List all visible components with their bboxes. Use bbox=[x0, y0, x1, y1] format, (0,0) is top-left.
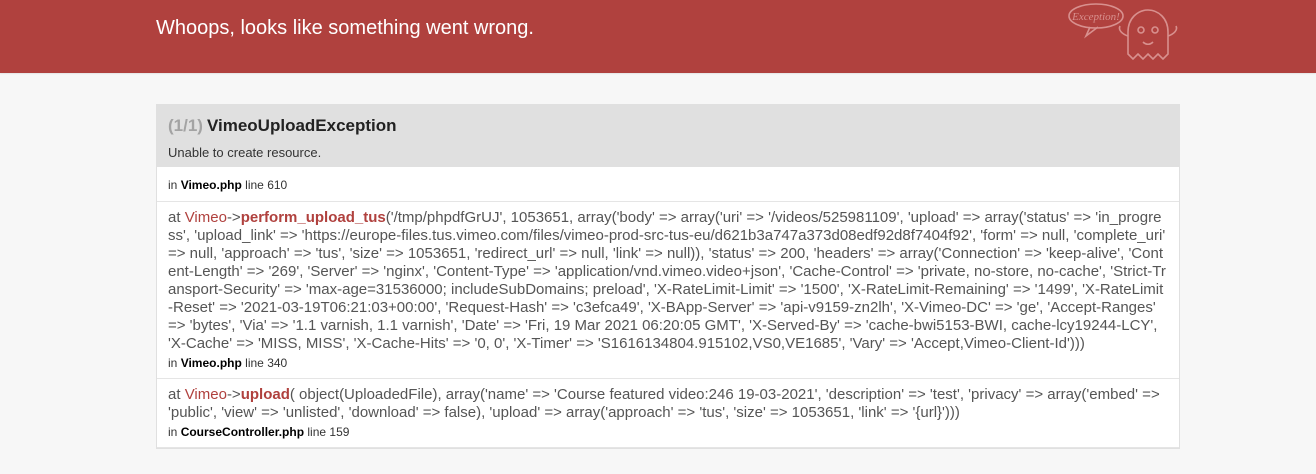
location-file: CourseController.php bbox=[180, 425, 305, 439]
exception-ghost-icon: Exception! bbox=[1068, 3, 1178, 61]
exception-name: VimeoUploadException bbox=[206, 116, 397, 135]
error-header: Whoops, looks like something went wrong.… bbox=[0, 0, 1316, 73]
frame-class: Vimeo bbox=[184, 209, 227, 226]
location-line-label: line bbox=[307, 425, 327, 439]
location-line-label: line bbox=[245, 356, 264, 370]
frame-at: at bbox=[168, 386, 181, 403]
location-line: 340 bbox=[267, 356, 288, 370]
exception-header: (1/1) VimeoUploadException Unable to crea… bbox=[157, 105, 1179, 167]
stack-frame: at Vimeo->perform_upload_tus('/tmp/phpdf… bbox=[157, 202, 1179, 379]
location-prefix: in bbox=[168, 178, 178, 192]
frame-arrow: -> bbox=[226, 386, 241, 403]
location-file: Vimeo.php bbox=[180, 178, 242, 192]
frame-class: Vimeo bbox=[184, 386, 227, 403]
ghost-bubble-text: Exception! bbox=[1071, 11, 1120, 23]
location-line-label: line bbox=[245, 178, 264, 192]
frame-method: perform_upload_tus bbox=[240, 209, 386, 226]
exception-title: (1/1) VimeoUploadException bbox=[168, 116, 397, 136]
location-prefix: in bbox=[168, 356, 178, 370]
frame-location: in CourseController.php line 159 bbox=[168, 425, 1168, 439]
frame-args: ('/tmp/phpdfGrUJ', 1053651, array('body'… bbox=[168, 209, 1166, 352]
page-title: Whoops, looks like something went wrong. bbox=[156, 17, 534, 39]
exception-message: Unable to create resource. bbox=[168, 145, 322, 160]
exception-panel: (1/1) VimeoUploadException Unable to crea… bbox=[156, 104, 1180, 449]
stack-frame: at Vimeo->upload( object(UploadedFile), … bbox=[157, 379, 1179, 448]
frame-method: upload bbox=[240, 386, 290, 403]
frame-at: at bbox=[168, 209, 181, 226]
location-line: 610 bbox=[267, 178, 288, 192]
location-line: 159 bbox=[329, 425, 350, 439]
frame-arrow: -> bbox=[226, 209, 241, 226]
exception-location: in Vimeo.php line 610 bbox=[157, 167, 1179, 202]
exception-count: (1/1) bbox=[168, 116, 203, 135]
frame-location: in Vimeo.php line 340 bbox=[168, 356, 1168, 370]
frame-args: ( object(UploadedFile), array('name' => … bbox=[168, 386, 1160, 421]
location-file: Vimeo.php bbox=[180, 356, 242, 370]
location-prefix: in bbox=[168, 425, 178, 439]
frame-call: at Vimeo->upload( object(UploadedFile), … bbox=[168, 386, 1168, 422]
frame-call: at Vimeo->perform_upload_tus('/tmp/phpdf… bbox=[168, 209, 1168, 353]
